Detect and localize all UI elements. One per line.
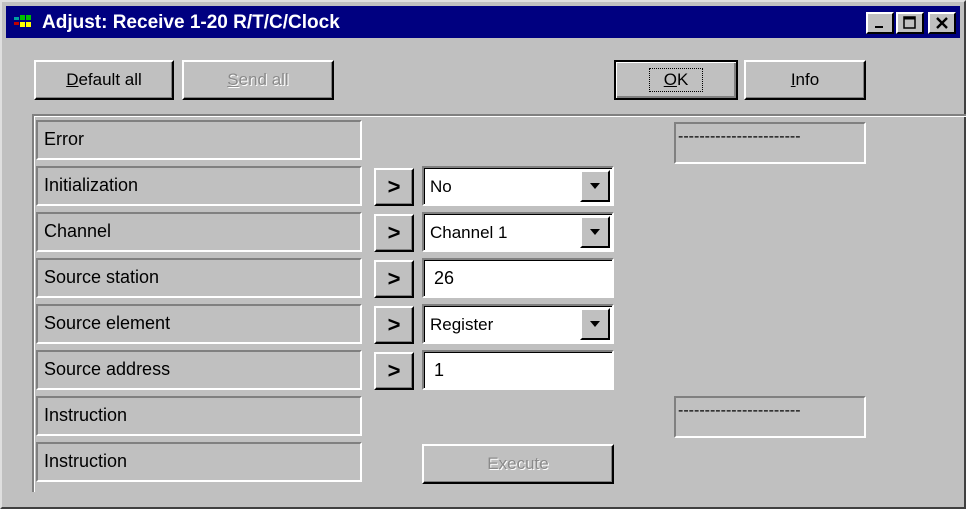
window-title: Adjust: Receive 1-20 R/T/C/Clock [42,12,340,33]
send-source-address-button[interactable]: > [374,352,414,390]
chevron-down-icon [590,183,600,189]
dropdown-button[interactable] [580,308,610,340]
chevron-down-icon [590,229,600,235]
initialization-select[interactable]: No [422,166,614,206]
send-all-accel: S [227,70,239,89]
maximize-icon [903,16,916,29]
ok-button[interactable]: OK [614,60,738,100]
source-address-input[interactable]: 1 [422,350,614,390]
row-label-channel: Channel [36,212,362,252]
channel-select[interactable]: Channel 1 [422,212,614,252]
minimize-icon [875,26,883,28]
chevron-down-icon [590,321,600,327]
send-source-element-button[interactable]: > [374,306,414,344]
row-label-source-address: Source address [36,350,362,390]
source-address-value: 1 [434,360,445,380]
send-initialization-button[interactable]: > [374,168,414,206]
app-icon [14,15,31,27]
send-channel-button[interactable]: > [374,214,414,252]
source-station-input[interactable]: 26 [422,258,614,298]
row-label-instruction-execute: Instruction [36,442,362,482]
close-icon [936,17,948,29]
send-all-label: end all [238,70,289,89]
info-button[interactable]: Info [744,60,866,100]
channel-value: Channel 1 [430,223,508,242]
maximize-button[interactable] [896,12,924,34]
default-all-accel: D [66,70,79,89]
error-status: ----------------------- [678,128,801,145]
source-station-value: 26 [434,268,455,288]
close-button[interactable] [928,12,956,34]
ok-accel: O [663,70,677,89]
title-bar[interactable]: Adjust: Receive 1-20 R/T/C/Clock [6,6,960,38]
row-label-instruction: Instruction [36,396,362,436]
source-element-select[interactable]: Register [422,304,614,344]
row-label-source-station: Source station [36,258,362,298]
instruction-status-box: ----------------------- [674,396,866,438]
dropdown-button[interactable] [580,216,610,248]
row-label-source-element: Source element [36,304,362,344]
focus-ring: OK [648,68,704,92]
send-all-button[interactable]: Send all [182,60,334,100]
default-all-label: efault all [78,70,142,89]
info-label: nfo [795,70,820,89]
source-element-value: Register [430,315,494,334]
default-all-button[interactable]: Default all [34,60,174,100]
ok-label: K [676,70,689,89]
adjust-window: Adjust: Receive 1-20 R/T/C/Clock Default… [0,0,966,509]
row-label-initialization: Initialization [36,166,362,206]
error-status-box: ----------------------- [674,122,866,164]
send-source-station-button[interactable]: > [374,260,414,298]
minimize-button[interactable] [866,12,894,34]
initialization-value: No [430,177,452,196]
dropdown-button[interactable] [580,170,610,202]
execute-button[interactable]: Execute [422,444,614,484]
instruction-status: ----------------------- [678,402,801,419]
row-label-error: Error [36,120,362,160]
